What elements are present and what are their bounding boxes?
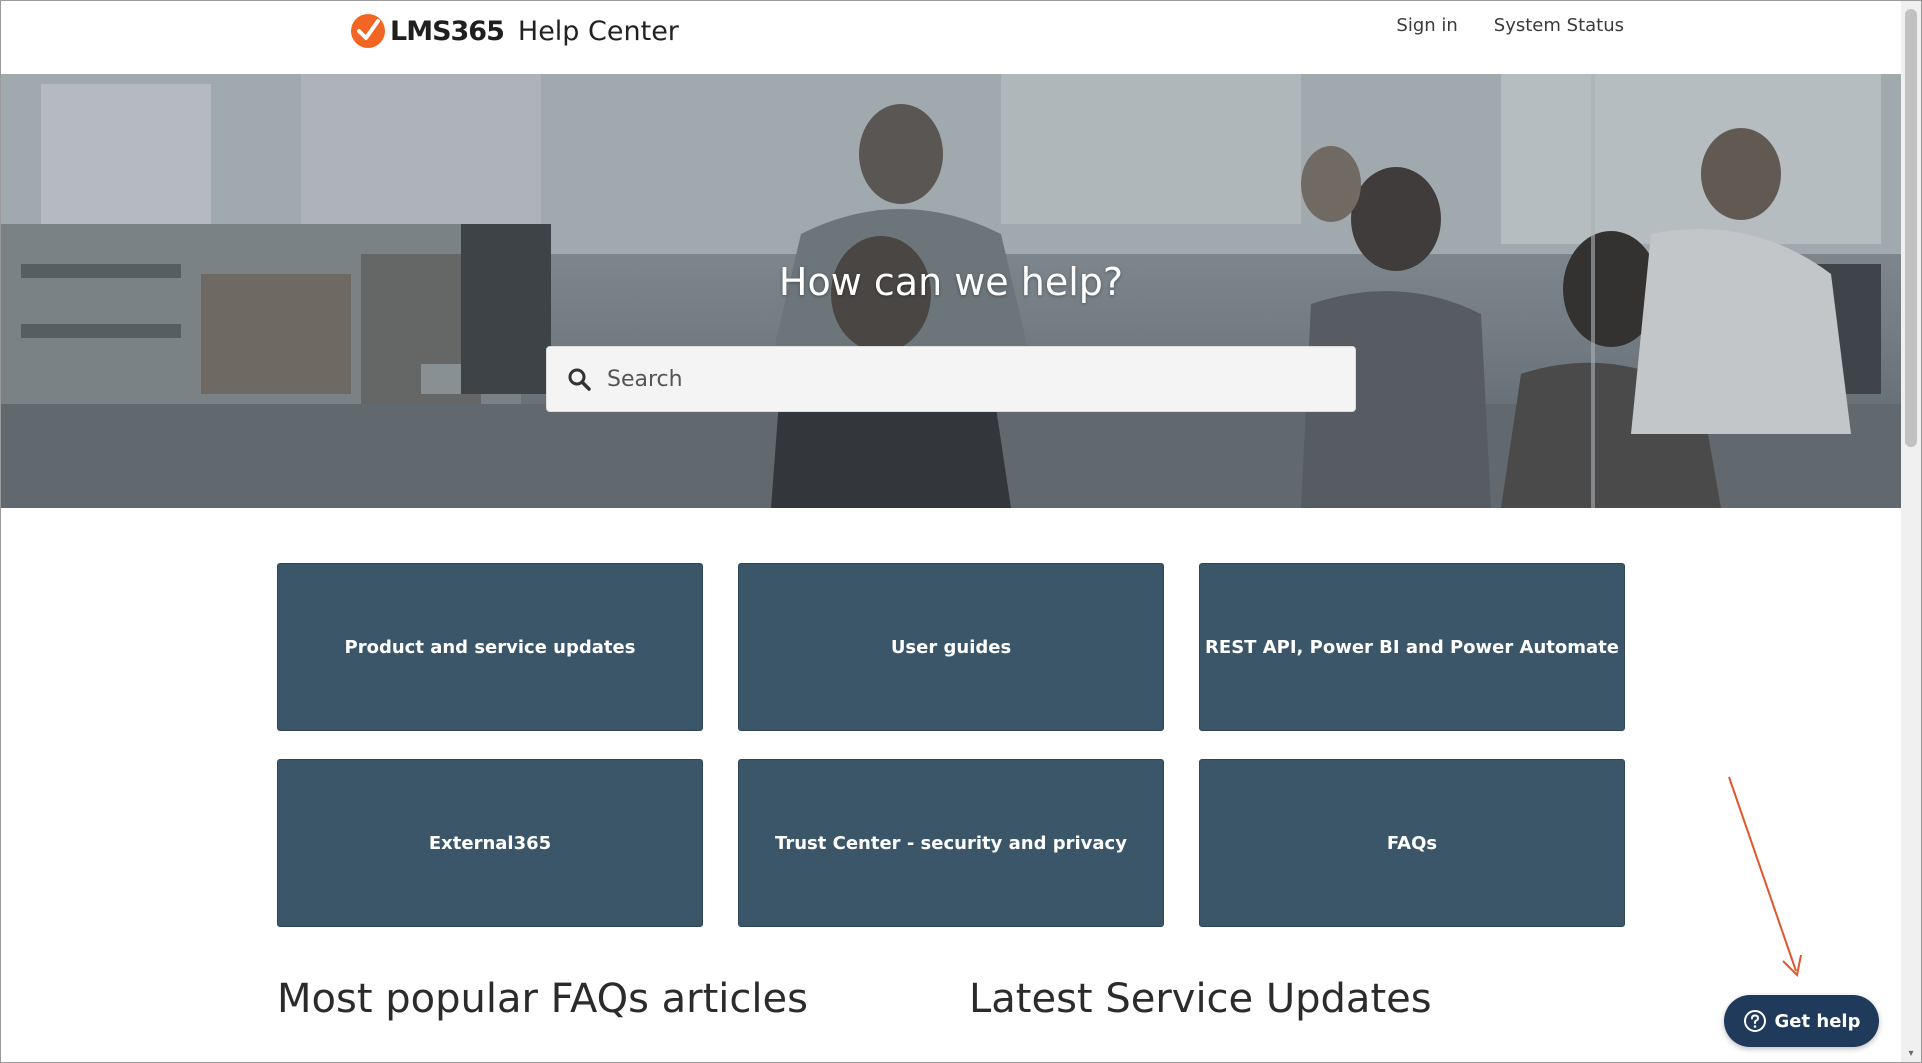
tile-rest-api-power-bi[interactable]: REST API, Power BI and Power Automate [1199, 563, 1625, 731]
get-help-label: Get help [1774, 1010, 1861, 1032]
tile-product-and-service-updates[interactable]: Product and service updates [277, 563, 703, 731]
logo-wordmark: LMS365 [390, 15, 505, 47]
vertical-scrollbar[interactable]: ▾ [1901, 1, 1921, 1062]
scrollbar-thumb[interactable] [1905, 9, 1917, 447]
hero-title: How can we help? [778, 260, 1124, 304]
system-status-link[interactable]: System Status [1494, 15, 1624, 36]
scroll-down-arrow-icon[interactable]: ▾ [1905, 1048, 1917, 1059]
header-nav: Sign in System Status [1396, 15, 1624, 36]
annotation-arrow-icon [1728, 776, 1802, 978]
category-tiles: Product and service updates User guides … [277, 563, 1625, 927]
search-bar[interactable] [546, 346, 1356, 412]
tile-external365[interactable]: External365 [277, 759, 703, 927]
sign-in-link[interactable]: Sign in [1396, 15, 1457, 36]
latest-updates-heading: Latest Service Updates [969, 976, 1432, 1022]
search-icon [568, 368, 591, 391]
hero-banner: How can we help? [1, 74, 1901, 508]
site-logo[interactable]: LMS365 Help Center [350, 11, 679, 51]
logo-subtitle: Help Center [517, 15, 679, 47]
search-input[interactable] [605, 365, 1309, 393]
tile-trust-center[interactable]: Trust Center - security and privacy [738, 759, 1164, 927]
site-header: LMS365 Help Center Sign in System Status [1, 1, 1901, 74]
browser-viewport: LMS365 Help Center Sign in System Status [0, 0, 1922, 1063]
get-help-button[interactable]: Get help [1724, 995, 1879, 1047]
checkmark-logo-icon [351, 14, 385, 48]
tile-user-guides[interactable]: User guides [738, 563, 1164, 731]
tile-faqs[interactable]: FAQs [1199, 759, 1625, 927]
popular-faqs-heading: Most popular FAQs articles [277, 976, 808, 1022]
question-circle-icon [1743, 1010, 1766, 1032]
